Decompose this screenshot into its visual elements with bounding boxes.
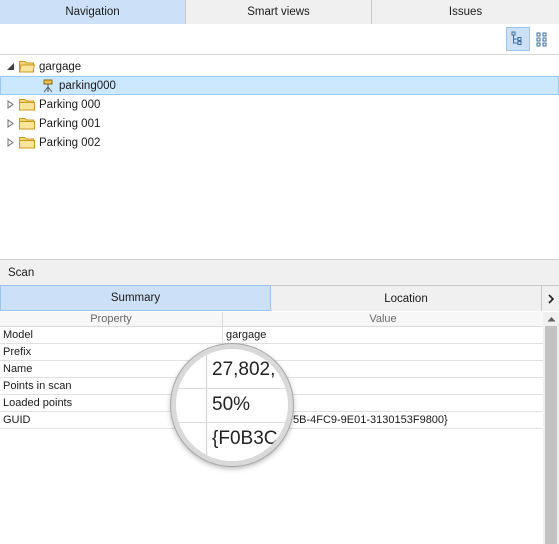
- folder-open-icon: [19, 61, 35, 73]
- magnified-loaded-points: 50%: [212, 394, 251, 415]
- expand-arrow-icon[interactable]: [5, 119, 15, 129]
- grid-view-button[interactable]: [531, 27, 555, 51]
- folder-icon: [19, 99, 35, 111]
- tab-issues[interactable]: Issues: [372, 0, 559, 24]
- tab-location[interactable]: Location: [271, 285, 542, 311]
- chevron-up-icon: [547, 317, 555, 322]
- grid-header: Property Value: [0, 312, 543, 327]
- tree-view-icon: [511, 31, 522, 45]
- expand-arrow-icon[interactable]: [5, 138, 15, 148]
- folder-icon: [19, 137, 35, 149]
- tab-summary[interactable]: Summary: [0, 285, 271, 311]
- property-name: Model: [0, 327, 223, 343]
- tree-item-label: Parking 001: [39, 117, 101, 130]
- property-value: gargage: [226, 329, 267, 341]
- tree-item-label: gargage: [39, 60, 82, 73]
- properties-tab-bar: Summary Location: [0, 285, 559, 311]
- column-header-value[interactable]: Value: [223, 312, 543, 326]
- magnified-column-divider: [206, 349, 207, 461]
- tree-item-parking-002[interactable]: Parking 002: [0, 133, 559, 152]
- tab-smart-views[interactable]: Smart views: [186, 0, 372, 24]
- section-title-scan: Scan: [0, 259, 559, 285]
- folder-icon: [19, 118, 35, 130]
- grid-view-icon: [536, 32, 547, 47]
- tree-item-gargage[interactable]: gargage: [0, 57, 559, 76]
- top-tab-bar: Navigation Smart views Issues: [0, 0, 559, 24]
- magnified-row-divider: [176, 422, 288, 423]
- tree-item-parking000[interactable]: parking000: [0, 76, 559, 95]
- magnified-points-in-scan: 27,802,: [212, 359, 276, 380]
- tree-item-label: Parking 000: [39, 98, 101, 111]
- tree-item-parking-001[interactable]: Parking 001: [0, 114, 559, 133]
- tab-scroll-right-button[interactable]: [542, 285, 559, 311]
- chevron-right-icon: [547, 293, 554, 304]
- magnified-row-divider: [176, 388, 288, 389]
- scrollbar-thumb[interactable]: [545, 326, 557, 544]
- scanner-tripod-icon: [43, 79, 53, 92]
- collapse-arrow-icon[interactable]: [5, 62, 15, 72]
- magnifier-lens: 27,802, 50% {F0B3C: [171, 344, 293, 466]
- expand-arrow-icon[interactable]: [5, 100, 15, 110]
- section-title: Scan: [8, 266, 35, 279]
- property-row-model[interactable]: Model gargage: [0, 327, 543, 344]
- tab-navigation[interactable]: Navigation: [0, 0, 186, 24]
- tree-view-button[interactable]: [506, 27, 530, 51]
- navigation-toolbar: [0, 24, 559, 55]
- tree-item-parking-000[interactable]: Parking 000: [0, 95, 559, 114]
- tree-item-label: parking000: [59, 79, 116, 92]
- column-header-property[interactable]: Property: [0, 312, 223, 326]
- tree-item-label: Parking 002: [39, 136, 101, 149]
- magnified-guid: {F0B3C: [212, 428, 278, 449]
- scroll-up-button[interactable]: [543, 312, 559, 326]
